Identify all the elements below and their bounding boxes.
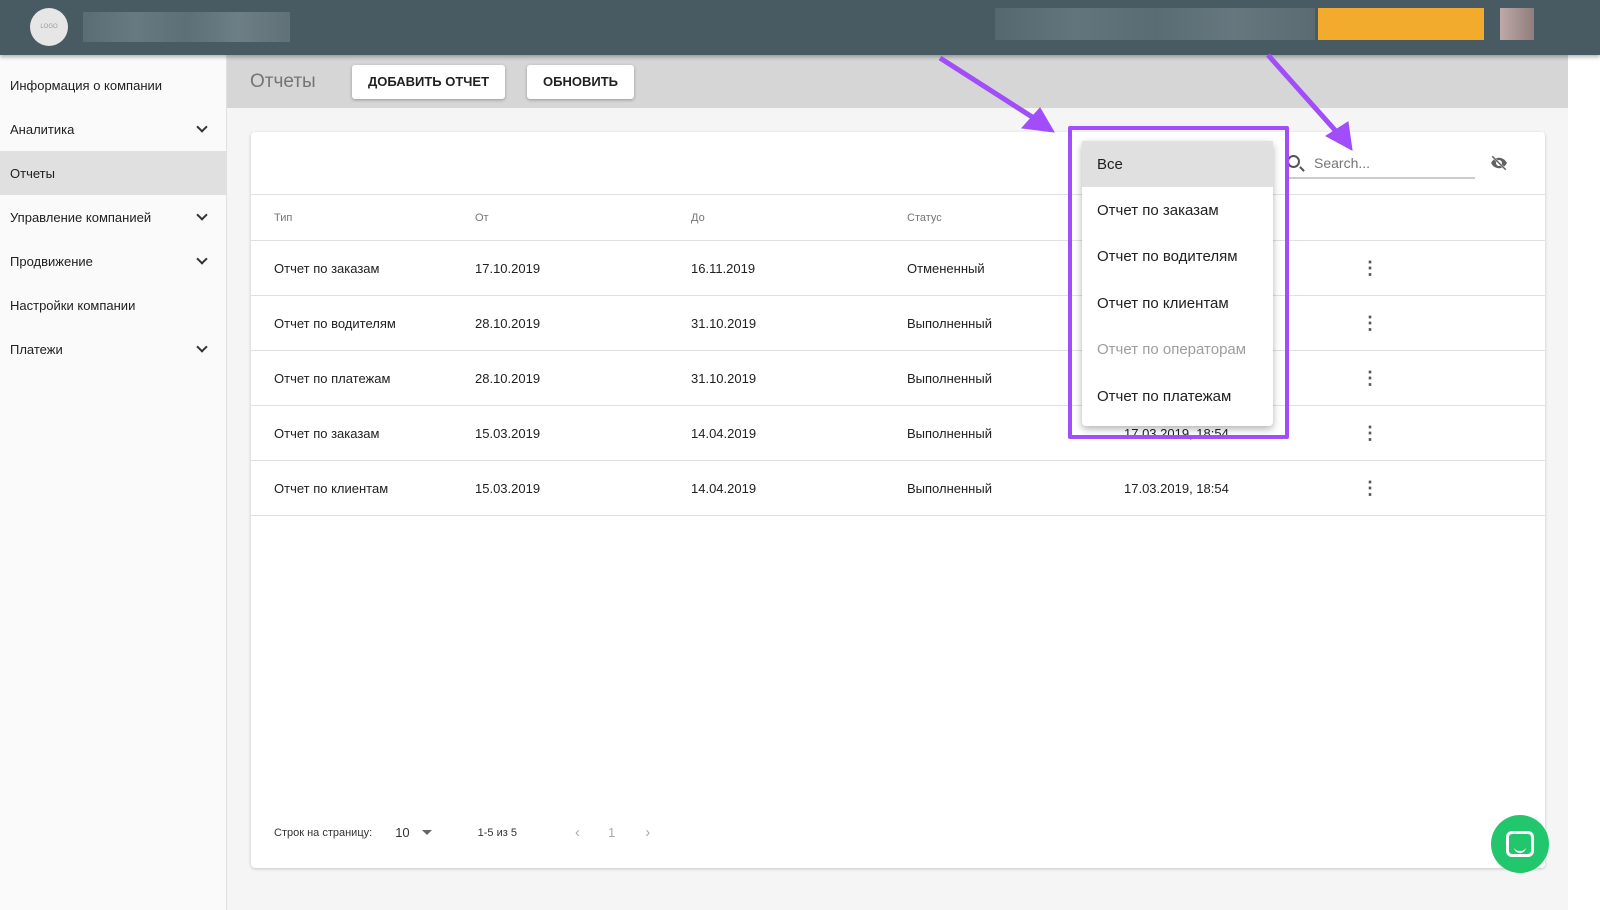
rows-per-page-select[interactable]: 10 — [395, 825, 409, 840]
chat-icon — [1506, 831, 1534, 857]
table-row[interactable]: Отчет по заказам 15.03.2019 14.04.2019 Выпо… — [251, 405, 1545, 461]
table-row[interactable]: Отчет по заказам 17.10.2019 16.11.2019 Отме… — [251, 240, 1545, 296]
sidebar-item[interactable]: Отчеты — [0, 151, 226, 195]
more-vert-icon[interactable]: ⋮ — [1361, 258, 1379, 278]
sidebar-item[interactable]: Платежи — [0, 327, 226, 371]
more-vert-icon[interactable]: ⋮ — [1361, 478, 1379, 498]
row-actions: ⋮ — [1361, 460, 1545, 516]
cell-to: 16.11.2019 — [691, 240, 907, 296]
search-input[interactable] — [1314, 155, 1464, 171]
right-margin — [1568, 55, 1600, 910]
cell-to: 31.10.2019 — [691, 295, 907, 351]
cell-from: 17.10.2019 — [475, 240, 691, 296]
eye-off-icon[interactable] — [1489, 154, 1509, 172]
page-toolbar: Отчеты ДОБАВИТЬ ОТЧЕТ ОБНОВИТЬ — [227, 55, 1600, 108]
more-vert-icon[interactable]: ⋮ — [1361, 313, 1379, 333]
avatar[interactable] — [1500, 8, 1534, 40]
cell-to: 31.10.2019 — [691, 350, 907, 406]
current-page: 1 — [607, 825, 616, 840]
redacted-orange-button[interactable] — [1318, 8, 1484, 40]
sidebar-item-label: Управление компанией — [10, 209, 152, 225]
cell-type: Отчет по клиентам — [251, 460, 475, 516]
arrow-head — [1020, 107, 1055, 133]
reports-table: Тип От До Статус Отчет по заказам 17.10.2… — [251, 194, 1545, 516]
add-report-button[interactable]: ДОБАВИТЬ ОТЧЕТ — [352, 64, 506, 99]
cell-to: 14.04.2019 — [691, 405, 907, 461]
column-header-type[interactable]: Тип — [251, 194, 475, 241]
sidebar-item[interactable]: Управление компанией — [0, 195, 226, 239]
column-header-to[interactable]: До — [691, 194, 907, 241]
cell-from: 15.03.2019 — [475, 460, 691, 516]
table-row[interactable]: Отчет по платежам 28.10.2019 31.10.2019 Вып… — [251, 350, 1545, 406]
refresh-button[interactable]: ОБНОВИТЬ — [527, 64, 635, 99]
chevron-down-icon — [196, 121, 208, 133]
table-header-row: Тип От До Статус — [251, 194, 1545, 241]
cell-type: Отчет по водителям — [251, 295, 475, 351]
cell-type: Отчет по заказам — [251, 240, 475, 296]
reports-table-card: Тип От До Статус Отчет по заказам17.10.2… — [251, 132, 1545, 868]
redacted-user-info — [995, 8, 1315, 40]
company-logo[interactable]: LOGO — [30, 8, 68, 46]
sidebar-item-label: Аналитика — [10, 121, 75, 137]
more-vert-icon[interactable]: ⋮ — [1361, 423, 1379, 443]
chat-button[interactable] — [1491, 815, 1549, 873]
sidebar-item-label: Настройки компании — [10, 297, 136, 313]
chevron-down-icon — [196, 341, 208, 353]
sidebar: Информация о компании Аналитика Отчеты Упра… — [0, 55, 227, 910]
chevron-down-icon — [196, 209, 208, 221]
column-header-actions — [1361, 194, 1545, 241]
sidebar-item-label: Платежи — [10, 341, 63, 357]
cell-type: Отчет по заказам — [251, 405, 475, 461]
sidebar-item-label: Информация о компании — [10, 77, 163, 93]
sidebar-item[interactable]: Настройки компании — [0, 283, 226, 327]
rows-per-page-label: Строк на страницу: — [274, 826, 373, 839]
prev-page-icon[interactable]: ‹ — [575, 824, 580, 841]
cell-type: Отчет по платежам — [251, 350, 475, 406]
sidebar-item-label: Продвижение — [10, 253, 93, 269]
sidebar-item[interactable]: Информация о компании — [0, 63, 226, 107]
table-row[interactable]: Отчет по водителям 28.10.2019 31.10.2019 Вы… — [251, 295, 1545, 351]
top-app-bar: LOGO — [0, 0, 1600, 55]
row-actions: ⋮ — [1361, 295, 1545, 351]
row-actions: ⋮ — [1361, 240, 1545, 296]
page-title: Отчеты — [250, 70, 316, 92]
page-range: 1-5 из 5 — [477, 826, 517, 839]
cell-to: 14.04.2019 — [691, 460, 907, 516]
next-page-icon[interactable]: › — [645, 824, 650, 841]
row-actions: ⋮ — [1361, 405, 1545, 461]
pagination: Строк на страницу: 10 1-5 из 5 ‹ 1 › — [274, 824, 650, 841]
redacted-company-name — [83, 12, 290, 42]
chevron-down-icon — [196, 253, 208, 265]
row-actions: ⋮ — [1361, 350, 1545, 406]
column-header-from[interactable]: От — [475, 194, 691, 241]
cell-from: 15.03.2019 — [475, 405, 691, 461]
cell-from: 28.10.2019 — [475, 350, 691, 406]
search-field[interactable] — [1287, 152, 1475, 179]
sidebar-item[interactable]: Продвижение — [0, 239, 226, 283]
more-vert-icon[interactable]: ⋮ — [1361, 368, 1379, 388]
cell-created: 17.03.2019, 18:54 — [1124, 460, 1361, 516]
table-row[interactable]: Отчет по клиентам 15.03.2019 14.04.2019 Вып… — [251, 460, 1545, 516]
cell-status: Выполненный — [907, 460, 1124, 516]
highlight-box — [1068, 126, 1289, 439]
sidebar-item-label: Отчеты — [10, 165, 55, 181]
sidebar-item[interactable]: Аналитика — [0, 107, 226, 151]
dropdown-arrow-icon[interactable] — [421, 830, 432, 835]
cell-from: 28.10.2019 — [475, 295, 691, 351]
